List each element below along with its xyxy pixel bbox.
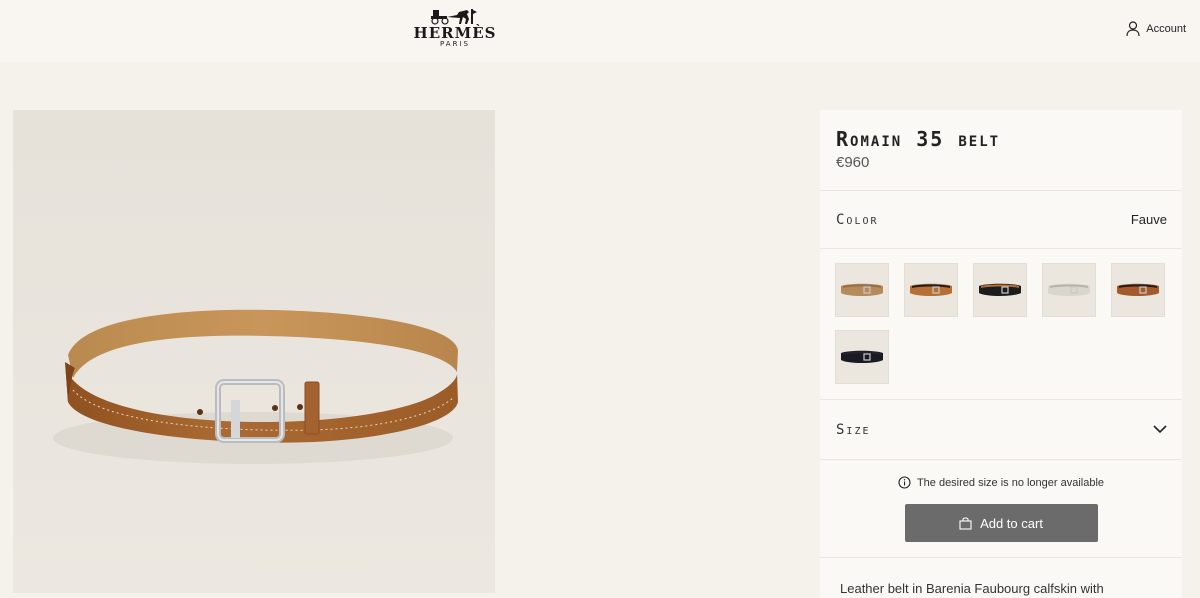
size-label: Size	[836, 421, 871, 438]
belt-illustration	[13, 110, 495, 593]
size-selector[interactable]: Size	[820, 400, 1182, 460]
add-to-cart-label: Add to cart	[980, 515, 1043, 531]
add-to-cart-button[interactable]: Add to cart	[904, 504, 1098, 542]
info-icon	[898, 476, 911, 489]
cart-section: The desired size is no longer available …	[820, 460, 1182, 558]
belt-thumbnail	[979, 283, 1021, 296]
site-header: HERMÈS PARIS Account	[0, 0, 1200, 62]
brand-wordmark: HERMÈS	[413, 24, 497, 42]
belt-thumbnail	[910, 283, 952, 296]
belt-thumbnail	[1117, 283, 1159, 296]
belt-thumbnail	[1048, 283, 1090, 296]
color-swatch[interactable]	[835, 330, 889, 384]
product-description: Leather belt in Barenia Faubourg calfski…	[840, 581, 1104, 596]
color-swatch[interactable]	[973, 263, 1027, 317]
account-label: Account	[1146, 23, 1186, 35]
hermes-logo[interactable]: HERMÈS PARIS	[410, 6, 500, 56]
product-title: Romain 35 belt	[836, 127, 1001, 151]
belt-thumbnail	[841, 350, 883, 363]
carriage-icon	[431, 9, 477, 25]
product-details-panel: Romain 35 belt €960 Color Fauve Size The…	[820, 110, 1182, 598]
chevron-down-icon	[1153, 425, 1167, 434]
color-swatch[interactable]	[1111, 263, 1165, 317]
user-icon	[1126, 21, 1140, 37]
color-swatches	[820, 249, 1182, 400]
color-swatch[interactable]	[1042, 263, 1096, 317]
color-row: Color Fauve	[820, 191, 1182, 249]
color-swatch[interactable]	[904, 263, 958, 317]
product-header: Romain 35 belt €960	[820, 110, 1182, 191]
belt-thumbnail	[841, 283, 883, 296]
selected-color: Fauve	[1130, 212, 1167, 227]
product-image[interactable]	[13, 110, 495, 593]
account-link[interactable]: Account	[1126, 21, 1186, 37]
size-notice: The desired size is no longer available	[898, 476, 1104, 489]
color-label: Color	[836, 211, 879, 228]
shopping-bag-icon	[959, 516, 972, 530]
size-notice-text: The desired size is no longer available	[916, 476, 1105, 489]
color-swatch[interactable]	[835, 263, 889, 317]
product-price: €960	[836, 154, 870, 171]
